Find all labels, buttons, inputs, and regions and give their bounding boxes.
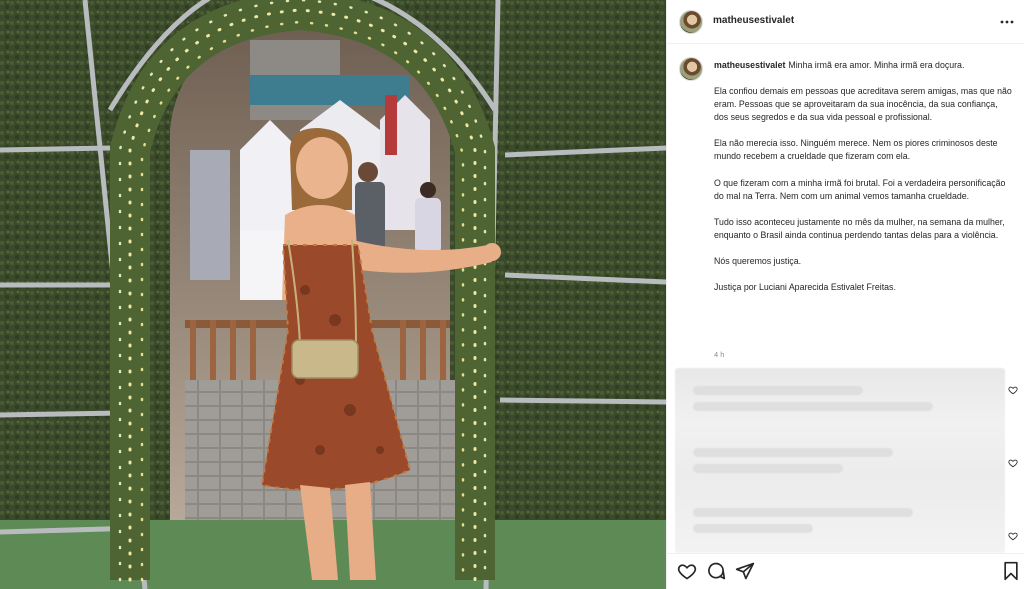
post-header: matheusestivalet (667, 0, 1024, 44)
post-caption: matheusestivalet Minha irmã era amor. Min… (667, 45, 1024, 360)
caption-paragraph: Ela confiou demais em pessoas que acredi… (714, 86, 1012, 123)
blurred-comment-line (693, 524, 813, 533)
bookmark-icon[interactable] (1001, 561, 1021, 581)
photo-illustration (0, 0, 666, 589)
blurred-comment-line (693, 448, 893, 457)
caption-username[interactable]: matheusestivalet (714, 60, 785, 70)
blurred-comments (675, 368, 1005, 553)
caption-first-text: Minha irmã era amor. Minha irmã era doçu… (788, 60, 965, 70)
caption-author-avatar[interactable] (679, 57, 703, 81)
caption-paragraph: O que fizeram com a minha irmã foi bruta… (714, 177, 1006, 201)
author-username[interactable]: matheusestivalet (713, 15, 794, 26)
blurred-comment-line (693, 508, 913, 517)
post-side-panel: matheusestivalet matheusestivalet Minha i… (666, 0, 1024, 589)
heart-icon[interactable] (1008, 385, 1018, 395)
post-photo[interactable] (0, 0, 666, 589)
share-icon[interactable] (735, 561, 755, 581)
author-avatar[interactable] (679, 10, 703, 34)
comment-icon[interactable] (706, 561, 726, 581)
caption-first-line: matheusestivalet Minha irmã era amor. Min… (714, 59, 1014, 72)
post-action-bar (667, 553, 1024, 589)
caption-paragraph: Ela não merecia isso. Ninguém merece. Ne… (714, 138, 998, 162)
post-timestamp[interactable]: 4 h (714, 350, 724, 359)
caption-text: matheusestivalet Minha irmã era amor. Min… (714, 59, 1014, 307)
heart-icon[interactable] (677, 561, 697, 581)
heart-icon[interactable] (1008, 458, 1018, 468)
blurred-comment-line (693, 464, 843, 473)
caption-paragraph: Tudo isso aconteceu justamente no mês da… (714, 216, 1005, 240)
caption-paragraph: Nós queremos justiça. (714, 255, 802, 266)
blurred-comment-line (693, 386, 863, 395)
more-horizontal-icon[interactable] (999, 14, 1015, 30)
caption-paragraph: Justiça por Luciani Aparecida Estivalet … (714, 282, 896, 293)
blurred-comment-line (693, 402, 933, 411)
heart-icon[interactable] (1008, 531, 1018, 541)
